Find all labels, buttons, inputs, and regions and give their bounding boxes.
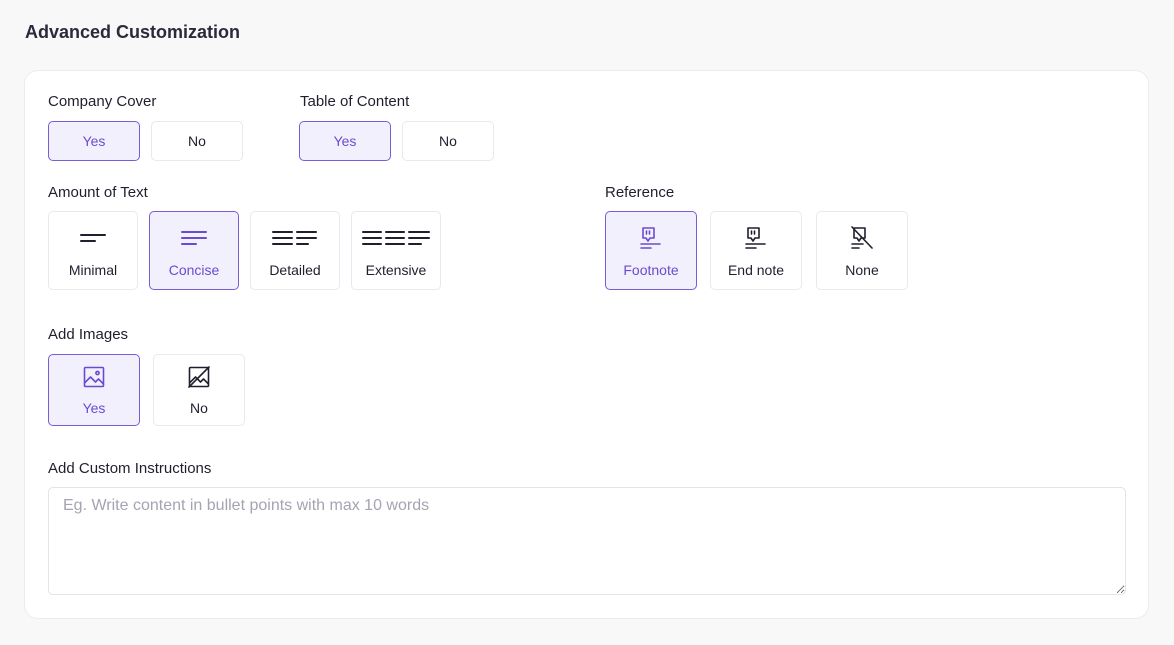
amount-detailed-option[interactable]: Detailed xyxy=(250,211,340,290)
no-image-icon xyxy=(154,365,244,389)
reference-footnote-option[interactable]: Footnote xyxy=(605,211,697,290)
company-cover-label: Company Cover xyxy=(48,93,157,110)
text-concise-icon xyxy=(150,226,238,250)
amount-extensive-label: Extensive xyxy=(365,262,427,278)
custom-instructions-label: Add Custom Instructions xyxy=(48,460,212,477)
amount-minimal-label: Minimal xyxy=(68,262,118,278)
add-images-yes-label: Yes xyxy=(82,400,106,416)
amount-of-text-label: Amount of Text xyxy=(48,184,148,201)
amount-detailed-label: Detailed xyxy=(269,262,321,278)
company-cover-no-button[interactable]: No xyxy=(151,121,243,161)
no-reference-icon xyxy=(817,226,907,250)
reference-endnote-label: End note xyxy=(727,262,785,278)
add-images-label: Add Images xyxy=(48,326,129,343)
table-of-content-label: Table of Content xyxy=(300,93,410,110)
footnote-icon xyxy=(606,226,696,250)
add-images-yes-option[interactable]: Yes xyxy=(48,354,140,426)
page-title: Advanced Customization xyxy=(25,22,241,42)
amount-concise-option[interactable]: Concise xyxy=(149,211,239,290)
customization-card: Company Cover Yes No Table of Content Ye… xyxy=(24,70,1149,619)
table-of-content-no-button[interactable]: No xyxy=(402,121,494,161)
text-minimal-icon xyxy=(49,226,137,250)
endnote-icon xyxy=(711,226,801,250)
add-images-no-label: No xyxy=(190,400,208,416)
reference-label: Reference xyxy=(605,184,675,201)
reference-endnote-option[interactable]: End note xyxy=(710,211,802,290)
text-extensive-icon xyxy=(352,226,440,250)
company-cover-yes-button[interactable]: Yes xyxy=(48,121,140,161)
reference-none-option[interactable]: None xyxy=(816,211,908,290)
table-of-content-yes-button[interactable]: Yes xyxy=(299,121,391,161)
text-detailed-icon xyxy=(251,226,339,250)
reference-none-label: None xyxy=(845,262,879,278)
amount-concise-label: Concise xyxy=(168,262,220,278)
add-images-no-option[interactable]: No xyxy=(153,354,245,426)
amount-minimal-option[interactable]: Minimal xyxy=(48,211,138,290)
image-icon xyxy=(49,365,139,389)
amount-extensive-option[interactable]: Extensive xyxy=(351,211,441,290)
reference-footnote-label: Footnote xyxy=(623,262,679,278)
custom-instructions-textarea[interactable] xyxy=(48,487,1126,595)
